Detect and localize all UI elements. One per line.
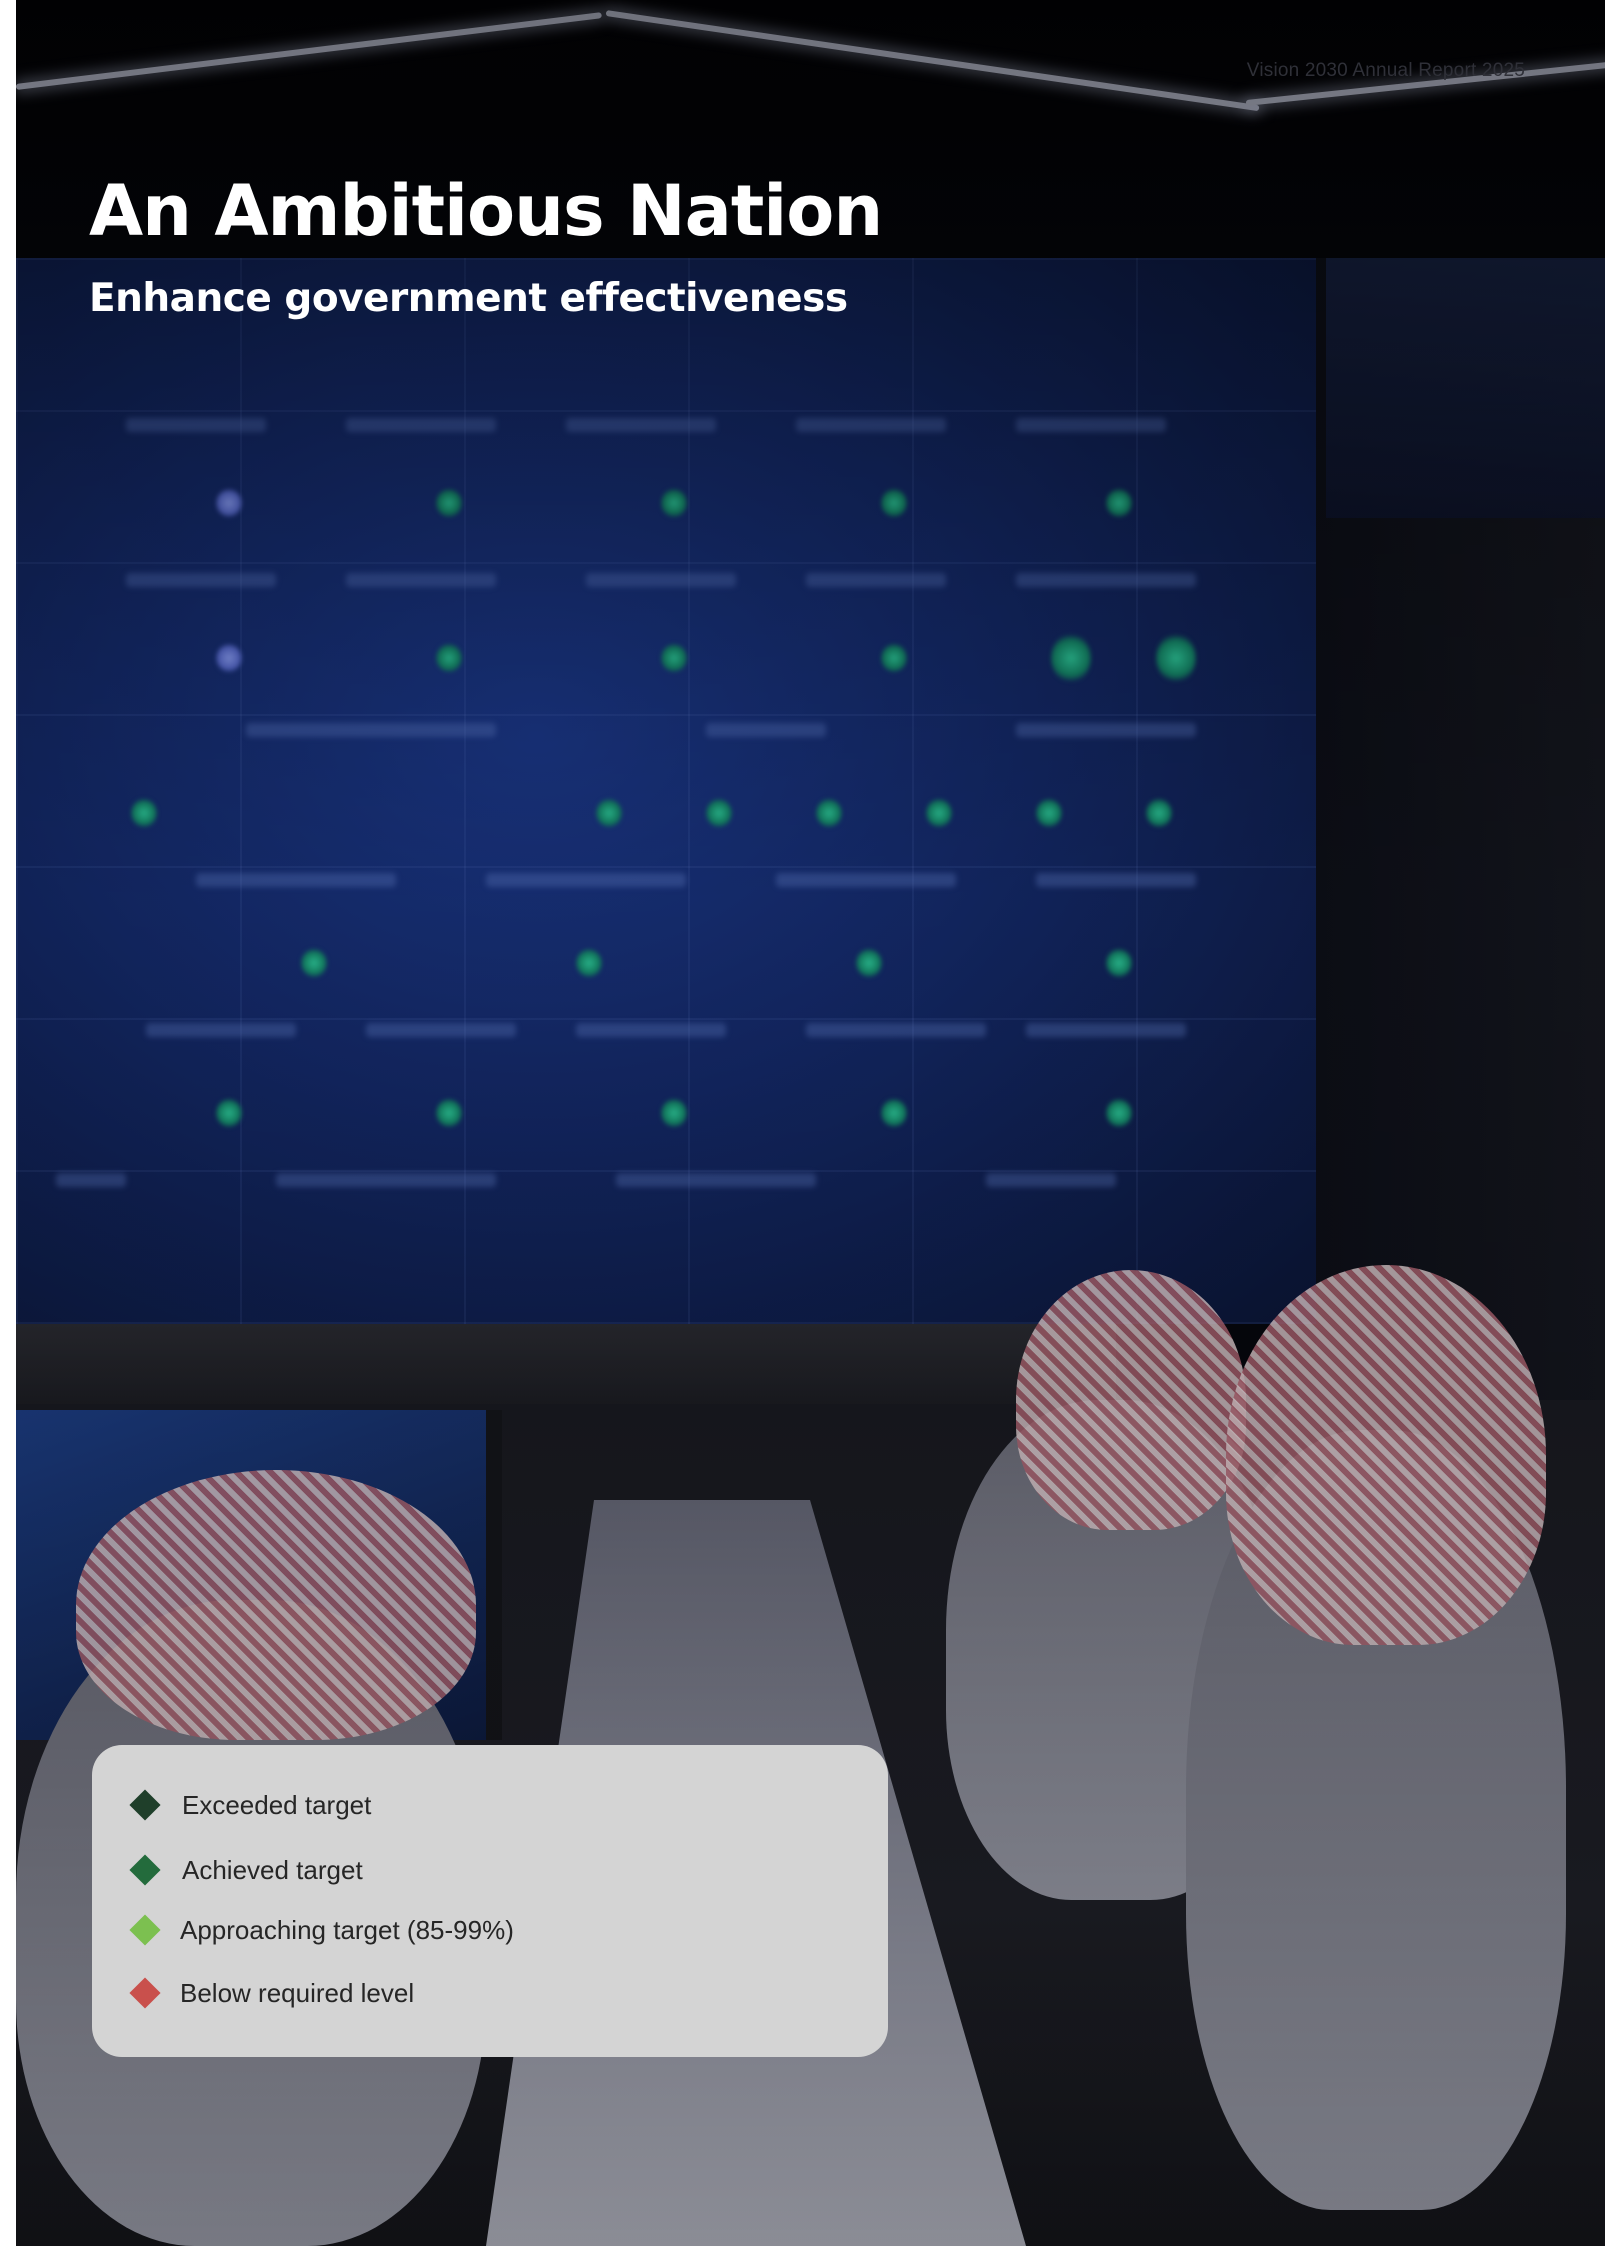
legend-label: Exceeded target	[182, 1789, 372, 1820]
status-legend: Exceeded target Achieved target Approach…	[92, 1745, 888, 2057]
report-header-label: Vision 2030 Annual Report 2025	[1246, 60, 1525, 81]
page-title: An Ambitious Nation	[89, 170, 883, 252]
page-subtitle: Enhance government effectiveness	[89, 276, 848, 321]
legend-item-below: Below required level	[128, 1973, 414, 2013]
diamond-icon	[129, 1854, 161, 1886]
diamond-icon	[129, 1914, 161, 1946]
legend-item-exceeded: Exceeded target	[128, 1785, 371, 1825]
diamond-icon	[129, 1977, 161, 2009]
legend-label: Achieved target	[182, 1854, 363, 1885]
legend-label: Below required level	[180, 1977, 415, 2008]
legend-item-approaching: Approaching target (85-99%)	[128, 1910, 514, 1950]
diamond-icon	[129, 1789, 161, 1821]
legend-label: Approaching target (85-99%)	[180, 1914, 514, 1945]
legend-item-achieved: Achieved target	[128, 1850, 363, 1890]
report-page: Vision 2030 Annual Report 2025 An Ambiti…	[16, 0, 1605, 2246]
